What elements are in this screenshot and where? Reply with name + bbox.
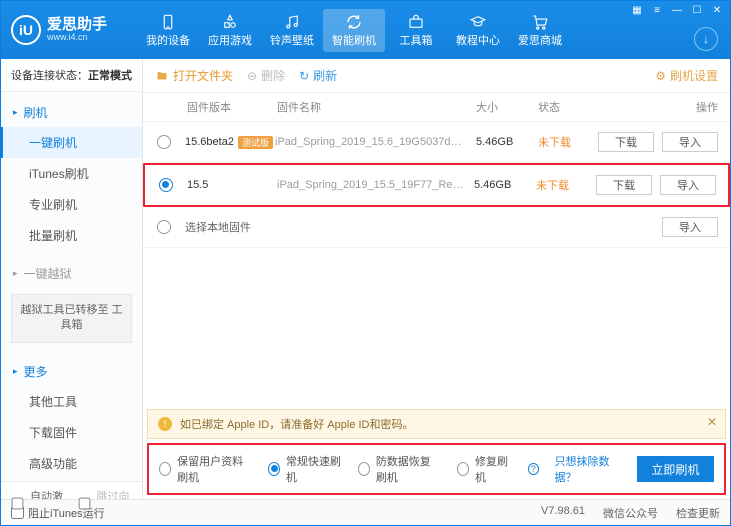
open-folder-button[interactable]: 打开文件夹 xyxy=(155,67,233,84)
nav-apps[interactable]: 应用游戏 xyxy=(199,9,261,52)
fw-status: 未下载 xyxy=(536,177,588,193)
firmware-row[interactable]: 15.5 iPad_Spring_2019_15.5_19F77_Restore… xyxy=(143,163,730,207)
table-header: 固件版本 固件名称 大小 状态 操作 xyxy=(143,93,730,122)
side-item-batch[interactable]: 批量刷机 xyxy=(1,220,142,251)
nav-tutorial[interactable]: 教程中心 xyxy=(447,9,509,52)
row-radio[interactable] xyxy=(159,178,173,192)
warning-text: 如已绑定 Apple ID，请准备好 Apple ID和密码。 xyxy=(180,416,414,432)
top-nav: 我的设备 应用游戏 铃声壁纸 智能刷机 工具箱 教程中心 爱思商城 xyxy=(137,9,571,52)
warning-close-icon[interactable]: ✕ xyxy=(707,415,717,429)
auto-activate-checkbox[interactable] xyxy=(12,498,24,510)
music-icon xyxy=(281,13,303,31)
import-button[interactable]: 导入 xyxy=(662,217,718,237)
window-controls: ▦ ≡ — ☐ ✕ xyxy=(630,5,724,17)
local-fw-label: 选择本地固件 xyxy=(185,219,251,235)
nav-shop[interactable]: 爱思商城 xyxy=(509,9,571,52)
app-version: V7.98.61 xyxy=(541,505,585,521)
refresh-small-icon: ↻ xyxy=(299,69,309,83)
win-grid-icon[interactable]: ▦ xyxy=(630,5,644,17)
th-size: 大小 xyxy=(476,99,538,115)
delete-button[interactable]: ⊖删除 xyxy=(247,67,285,84)
refresh-icon xyxy=(343,13,365,31)
help-icon[interactable]: ? xyxy=(528,463,539,475)
connection-status: 设备连接状态：正常模式 xyxy=(1,59,142,92)
block-itunes-label: 阻止iTunes运行 xyxy=(28,505,105,521)
opt-antirecover[interactable]: 防数据恢复刷机 xyxy=(358,453,441,485)
side-group-flash[interactable]: 刷机 xyxy=(1,98,142,127)
th-name: 固件名称 xyxy=(277,99,476,115)
fw-version: 15.5 xyxy=(187,179,208,191)
win-min-icon[interactable]: — xyxy=(670,5,684,17)
side-item-itunes[interactable]: iTunes刷机 xyxy=(1,158,142,189)
side-item-advanced[interactable]: 高级功能 xyxy=(1,448,142,479)
jailbreak-moved-note: 越狱工具已转移至 工具箱 xyxy=(11,294,132,343)
import-button[interactable]: 导入 xyxy=(662,132,718,152)
refresh-button[interactable]: ↻刷新 xyxy=(299,67,337,84)
brand: iU 爱思助手 www.i4.cn xyxy=(11,15,107,45)
opt-normal[interactable]: 常规快速刷机 xyxy=(268,453,342,485)
firmware-row-local[interactable]: 选择本地固件 导入 xyxy=(143,207,730,248)
import-button[interactable]: 导入 xyxy=(660,175,716,195)
fw-name: iPad_Spring_2019_15.6_19G5037d_Restore.i… xyxy=(275,136,476,148)
download-indicator-icon[interactable]: ↓ xyxy=(694,27,718,51)
nav-my-device[interactable]: 我的设备 xyxy=(137,9,199,52)
main-panel: 打开文件夹 ⊖删除 ↻刷新 ⚙刷机设置 固件版本 固件名称 大小 状态 操作 1… xyxy=(143,59,730,499)
row-radio[interactable] xyxy=(157,220,171,234)
wechat-link[interactable]: 微信公众号 xyxy=(603,505,658,521)
statusbar: 阻止iTunes运行 V7.98.61 微信公众号 检查更新 xyxy=(1,499,730,525)
fw-size: 5.46GB xyxy=(476,136,538,148)
brand-sub: www.i4.cn xyxy=(47,33,107,43)
delete-icon: ⊖ xyxy=(247,69,257,83)
warning-icon: ! xyxy=(158,417,172,431)
fw-size: 5.46GB xyxy=(474,179,536,191)
apps-icon xyxy=(219,13,241,31)
download-button[interactable]: 下载 xyxy=(598,132,654,152)
appleid-warning: ! 如已绑定 Apple ID，请准备好 Apple ID和密码。 ✕ xyxy=(147,409,726,439)
firmware-row[interactable]: 15.6beta2 测试版 iPad_Spring_2019_15.6_19G50… xyxy=(143,122,730,163)
beta-tag: 测试版 xyxy=(238,136,273,149)
cart-icon xyxy=(529,13,551,31)
side-group-more[interactable]: 更多 xyxy=(1,357,142,386)
brand-logo-icon: iU xyxy=(11,15,41,45)
row-radio[interactable] xyxy=(157,135,171,149)
side-item-othertools[interactable]: 其他工具 xyxy=(1,386,142,417)
side-item-oneclick[interactable]: 一键刷机 xyxy=(1,127,142,158)
check-update-link[interactable]: 检查更新 xyxy=(676,505,720,521)
gear-icon: ⚙ xyxy=(655,69,666,83)
nav-ring[interactable]: 铃声壁纸 xyxy=(261,9,323,52)
brand-title: 爱思助手 xyxy=(47,17,107,34)
flash-options: 保留用户资料刷机 常规快速刷机 防数据恢复刷机 修复刷机 ? 只想抹除数据？ 立… xyxy=(147,443,726,495)
th-status: 状态 xyxy=(538,99,590,115)
skip-guide-checkbox[interactable] xyxy=(78,498,90,510)
side-item-dlfw[interactable]: 下载固件 xyxy=(1,417,142,448)
th-ops: 操作 xyxy=(590,99,718,115)
grad-icon xyxy=(467,13,489,31)
nav-flash[interactable]: 智能刷机 xyxy=(323,9,385,52)
download-button[interactable]: 下载 xyxy=(596,175,652,195)
fw-name: iPad_Spring_2019_15.5_19F77_Restore.ipsw xyxy=(277,179,474,191)
win-menu-icon[interactable]: ≡ xyxy=(650,5,664,17)
side-item-pro[interactable]: 专业刷机 xyxy=(1,189,142,220)
titlebar: iU 爱思助手 www.i4.cn 我的设备 应用游戏 铃声壁纸 智能刷机 工具… xyxy=(1,1,730,59)
erase-only-link[interactable]: 只想抹除数据？ xyxy=(555,453,621,485)
phone-icon xyxy=(157,13,179,31)
opt-repair[interactable]: 修复刷机 xyxy=(457,453,512,485)
win-max-icon[interactable]: ☐ xyxy=(690,5,704,17)
fw-version: 15.6beta2 xyxy=(185,136,234,148)
flash-now-button[interactable]: 立即刷机 xyxy=(637,456,714,482)
toolbar: 打开文件夹 ⊖删除 ↻刷新 ⚙刷机设置 xyxy=(143,59,730,93)
th-version: 固件版本 xyxy=(187,99,277,115)
side-group-jailbreak[interactable]: 一键越狱 xyxy=(1,259,142,288)
sidebar: 设备连接状态：正常模式 刷机 一键刷机 iTunes刷机 专业刷机 批量刷机 一… xyxy=(1,59,143,499)
fw-status: 未下载 xyxy=(538,134,590,150)
win-close-icon[interactable]: ✕ xyxy=(710,5,724,17)
toolbox-icon xyxy=(405,13,427,31)
opt-keepdata[interactable]: 保留用户资料刷机 xyxy=(159,453,252,485)
nav-toolbox[interactable]: 工具箱 xyxy=(385,9,447,52)
folder-icon xyxy=(155,70,169,82)
flash-settings-button[interactable]: ⚙刷机设置 xyxy=(655,67,718,84)
